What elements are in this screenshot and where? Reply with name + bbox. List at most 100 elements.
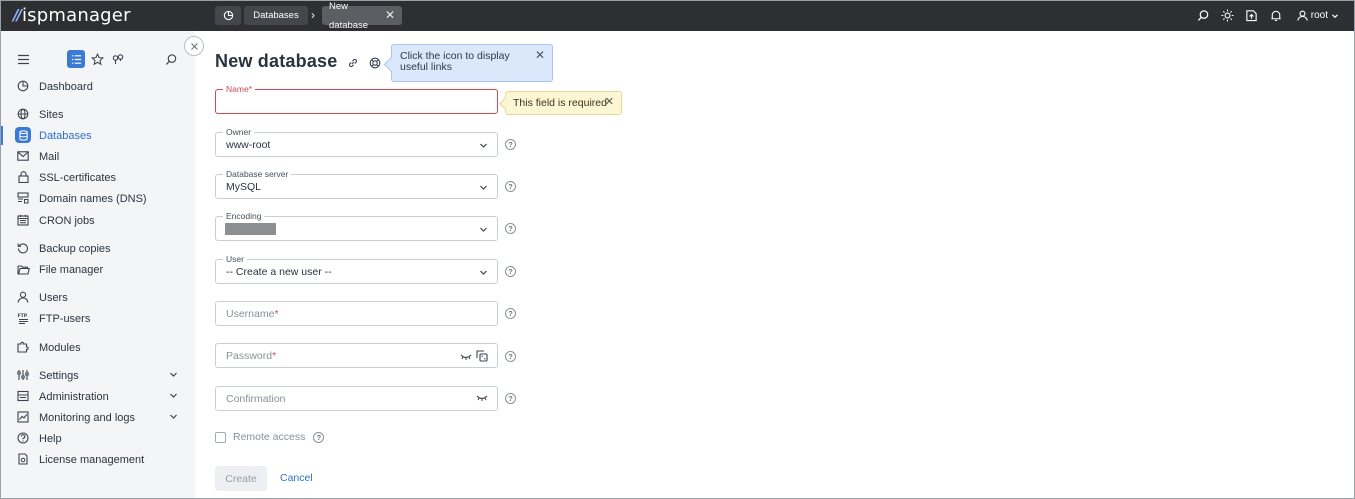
close-icon[interactable]: ✕ — [535, 49, 545, 61]
encoding-value-redacted — [225, 223, 276, 235]
sidebar-item-users[interactable]: Users — [0, 288, 195, 307]
sidebar-item-license[interactable]: License management — [0, 450, 195, 469]
remote-access-help-icon[interactable]: ? — [313, 431, 325, 443]
cancel-button[interactable]: Cancel — [280, 472, 313, 484]
close-icon[interactable]: ✕ — [605, 97, 614, 108]
database-icon — [15, 127, 31, 143]
search-icon[interactable] — [1197, 9, 1211, 23]
sidebar-toolbar — [0, 50, 195, 68]
sidebar-item-cron[interactable]: CRON jobs — [0, 211, 195, 230]
create-button[interactable]: Create — [215, 466, 267, 491]
bell-icon[interactable] — [1269, 9, 1283, 23]
recent-items-icon[interactable] — [109, 50, 127, 68]
sidebar-item-administration[interactable]: Administration — [0, 387, 195, 406]
sidebar-item-label: Monitoring and logs — [39, 411, 136, 424]
link-icon[interactable] — [347, 57, 359, 69]
sidebar-item-ssl-certificates[interactable]: SSL-certificates — [0, 168, 195, 187]
upload-icon[interactable] — [1245, 9, 1259, 23]
username-placeholder: Username* — [226, 308, 279, 320]
chevron-down-icon — [169, 412, 178, 424]
breadcrumb-dashboard-icon[interactable] — [215, 6, 241, 25]
remote-access-row: Remote access ? — [215, 431, 325, 443]
server-icon — [16, 389, 30, 403]
user-icon — [16, 290, 30, 304]
chevron-down-icon — [169, 370, 178, 382]
chevron-down-icon — [479, 141, 488, 153]
user-menu[interactable]: root — [1297, 10, 1339, 21]
field-required-tooltip: This field is required ✕ — [505, 91, 622, 115]
ftp-icon: FTP — [16, 311, 30, 325]
generate-password-icon[interactable] — [476, 350, 488, 365]
favorites-star-icon[interactable] — [88, 50, 106, 68]
sidebar-item-dns[interactable]: Domain names (DNS) — [0, 189, 195, 208]
folder-icon — [16, 262, 30, 276]
sidebar-item-file-manager[interactable]: File manager — [0, 260, 195, 279]
owner-select[interactable]: Owner www-root — [215, 127, 498, 157]
user-select[interactable]: User -- Create a new user -- — [215, 254, 498, 284]
username-help-icon[interactable]: ? — [505, 308, 516, 319]
menu-list-icon[interactable] — [67, 50, 85, 68]
info-tooltip-text: Click the icon to display useful links — [400, 50, 510, 73]
name-field[interactable]: Name* — [215, 84, 498, 114]
password-help-icon[interactable]: ? — [505, 351, 516, 362]
sidebar-item-label: SSL-certificates — [39, 171, 117, 184]
sidebar-item-databases[interactable]: Databases — [0, 126, 195, 145]
sidebar-item-label: Databases — [39, 129, 92, 142]
sidebar-item-ftp-users[interactable]: FTP FTP-users — [0, 309, 195, 328]
eye-closed-icon[interactable] — [460, 352, 472, 364]
app-logo[interactable]: // ispmanager — [13, 4, 131, 26]
sidebar: Dashboard Sites Databases Mail SSL-certi… — [0, 31, 195, 499]
user-label: User — [223, 254, 247, 264]
user-help-icon[interactable]: ? — [505, 266, 516, 277]
breadcrumb-current[interactable]: New database ✕ — [322, 1, 402, 31]
remote-access-checkbox[interactable] — [215, 431, 226, 443]
confirmation-input[interactable]: Confirmation — [215, 386, 498, 411]
sidebar-item-sites[interactable]: Sites — [0, 105, 195, 124]
remote-access-label[interactable]: Remote access — [233, 431, 305, 443]
sidebar-item-label: CRON jobs — [39, 214, 95, 227]
database-server-value: MySQL — [226, 181, 262, 193]
logo-mark: // — [13, 6, 22, 24]
sidebar-item-mail[interactable]: Mail — [0, 147, 195, 166]
top-actions: root — [1197, 0, 1339, 31]
lock-icon — [16, 170, 30, 184]
owner-label: Owner — [223, 127, 255, 137]
sidebar-item-settings[interactable]: Settings — [0, 366, 195, 385]
lifebuoy-icon[interactable] — [369, 57, 381, 69]
sidebar-item-help[interactable]: Help — [0, 429, 195, 448]
sidebar-item-backup[interactable]: Backup copies — [0, 239, 195, 258]
encoding-help-icon[interactable]: ? — [505, 223, 516, 234]
svg-text:FTP: FTP — [17, 313, 27, 319]
dashboard-icon — [16, 79, 30, 93]
database-server-label: Database server — [223, 169, 292, 179]
confirmation-help-icon[interactable]: ? — [505, 393, 516, 404]
owner-value: www-root — [226, 139, 271, 151]
theme-sun-icon[interactable] — [1221, 9, 1235, 23]
database-server-select[interactable]: Database server MySQL — [215, 169, 498, 199]
sliders-icon — [16, 368, 30, 382]
password-input[interactable]: Password* — [215, 343, 498, 368]
license-icon — [16, 452, 30, 466]
database-server-help-icon[interactable]: ? — [505, 181, 516, 192]
close-icon — [190, 42, 198, 50]
globe-icon — [16, 107, 30, 121]
sidebar-item-monitoring[interactable]: Monitoring and logs — [0, 408, 195, 427]
sidebar-item-modules[interactable]: Modules — [0, 338, 195, 357]
owner-help-icon[interactable]: ? — [505, 139, 516, 150]
encoding-select[interactable]: Encoding — [215, 211, 498, 241]
sidebar-item-dashboard[interactable]: Dashboard — [0, 77, 195, 96]
sidebar-search-icon[interactable] — [162, 50, 180, 68]
close-tab-icon[interactable]: ✕ — [385, 6, 395, 25]
main-content: New database Click the icon to display u… — [195, 31, 1355, 499]
breadcrumb-databases[interactable]: Databases — [244, 6, 308, 25]
sidebar-item-label: Settings — [39, 369, 79, 382]
sidebar-item-label: File manager — [39, 263, 104, 276]
sidebar-item-label: Dashboard — [39, 80, 93, 93]
password-tools — [460, 350, 488, 365]
hamburger-menu-icon[interactable] — [14, 50, 32, 68]
username-input[interactable]: Username* — [215, 301, 498, 326]
eye-closed-icon[interactable] — [476, 393, 488, 405]
sidebar-item-label: Administration — [39, 390, 109, 403]
chevron-down-icon — [169, 391, 178, 403]
close-sidebar-button[interactable] — [184, 36, 204, 56]
